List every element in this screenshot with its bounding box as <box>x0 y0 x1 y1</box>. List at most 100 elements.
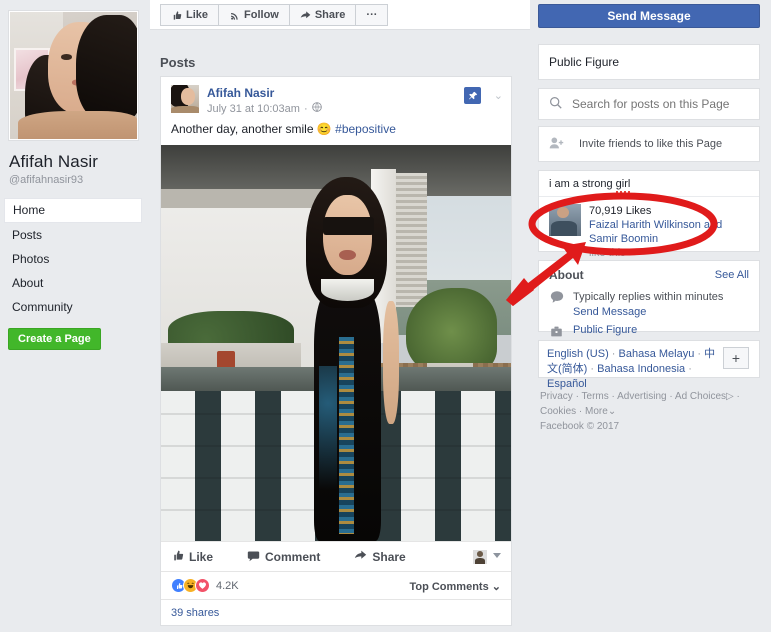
more-languages-button[interactable]: + <box>723 347 749 369</box>
photo-eye-left <box>60 53 73 60</box>
pinned-post-badge[interactable] <box>464 87 481 104</box>
thumbs-up-icon <box>171 549 184 565</box>
post-share-count[interactable]: 39 shares <box>161 599 511 625</box>
photo-roof-soffit <box>161 188 322 209</box>
page-title: Afifah Nasir <box>9 152 99 171</box>
about-messaging-text: Typically replies within minutes Send Me… <box>573 289 723 318</box>
lang-bahasa-indonesia[interactable]: Bahasa Indonesia <box>597 363 685 375</box>
likes-card-body: 70,919 Likes Faizal Harith Wilkinson and… <box>539 197 759 267</box>
top-comments-filter[interactable]: Top Comments ⌄ <box>409 580 501 593</box>
about-send-message-link[interactable]: Send Message <box>573 306 646 318</box>
page-action-bar: Like Follow Share ··· <box>150 0 530 30</box>
pin-icon <box>468 91 477 99</box>
photo-dress-pattern-side <box>319 366 338 490</box>
post-share-label: Share <box>372 549 406 564</box>
briefcase-icon <box>549 324 564 338</box>
create-page-button[interactable]: Create a Page <box>8 328 101 350</box>
footer-more[interactable]: More <box>585 406 608 417</box>
sidebar-item-community[interactable]: Community <box>4 295 142 319</box>
footer-copyright: Facebook © 2017 <box>540 421 620 432</box>
avatar-body <box>550 220 577 236</box>
love-reaction-icon <box>195 578 210 593</box>
post-card: Afifah Nasir July 31 at 10:03am · ⌄ Anot… <box>160 76 512 626</box>
add-friend-icon <box>549 135 565 154</box>
share-arrow-icon <box>300 10 311 21</box>
post-comment-button[interactable]: Comment <box>247 549 320 565</box>
invite-row: Invite friends to like this Page <box>539 127 759 161</box>
friends-who-like[interactable]: Faizal Harith Wilkinson and Samir Boomin <box>589 218 749 246</box>
post-author-name[interactable]: Afifah Nasir <box>207 86 274 100</box>
about-see-all-link[interactable]: See All <box>715 269 749 281</box>
right-sidebar: Send Message Public Figure Invite friend… <box>530 0 771 632</box>
sidebar-item-posts[interactable]: Posts <box>4 223 142 247</box>
search-input[interactable] <box>570 96 749 112</box>
sidebar-item-photos[interactable]: Photos <box>4 247 142 271</box>
post-options-chevron[interactable]: ⌄ <box>494 89 503 102</box>
post-text-body: Another day, another smile <box>171 122 317 136</box>
sunglasses-icon <box>322 216 374 235</box>
post-header: Afifah Nasir July 31 at 10:03am · ⌄ <box>161 77 511 119</box>
post-like-button[interactable]: Like <box>171 549 213 565</box>
photo-person <box>301 176 400 541</box>
thumbs-up-icon <box>171 10 182 21</box>
likes-text-block: 70,919 Likes Faizal Harith Wilkinson and… <box>589 204 749 260</box>
follow-page-button[interactable]: Follow <box>218 4 289 26</box>
lang-english[interactable]: English (US) <box>547 348 609 360</box>
invite-friends-card[interactable]: Invite friends to like this Page <box>538 126 760 162</box>
footer-privacy[interactable]: Privacy <box>540 391 573 402</box>
globe-icon <box>311 102 322 115</box>
search-row <box>539 89 759 119</box>
post-reactions-row: 4.2K Top Comments ⌄ <box>161 571 511 599</box>
about-messaging-row: Typically replies within minutes Send Me… <box>539 287 759 322</box>
language-card: English (US) · Bahasa Melayu · 中文(简体) · … <box>538 340 760 390</box>
post-timestamp[interactable]: July 31 at 10:03am <box>207 103 300 115</box>
page-nav: Home Posts Photos About Community <box>4 198 142 319</box>
footer-ad-choices[interactable]: Ad Choices <box>675 391 726 402</box>
about-category-link[interactable]: Public Figure <box>573 324 637 336</box>
post-hashtag[interactable]: #bepositive <box>335 122 396 136</box>
profile-photo-image <box>10 12 137 139</box>
footer-advertising[interactable]: Advertising <box>617 391 666 402</box>
likes-title-misspelled-word: girl <box>615 178 631 193</box>
send-message-button[interactable]: Send Message <box>538 4 760 28</box>
like-page-button[interactable]: Like <box>160 4 219 26</box>
profile-photo[interactable] <box>8 10 139 141</box>
post-photo[interactable] <box>161 145 511 541</box>
share-page-label: Share <box>314 9 346 21</box>
page-category: Public Figure <box>549 55 620 69</box>
post-share-button[interactable]: Share <box>354 549 406 565</box>
reaction-count[interactable]: 4.2K <box>216 580 239 592</box>
more-options-button[interactable]: ··· <box>355 4 389 26</box>
action-button-group: Like Follow Share ··· <box>160 4 389 26</box>
meta-separator: · <box>303 102 308 115</box>
sidebar-item-home[interactable]: Home <box>4 198 142 223</box>
share-audience-chevron-down-icon[interactable] <box>493 553 501 558</box>
post-comment-label: Comment <box>265 549 321 564</box>
post-text: Another day, another smile 😊 #bepositive <box>161 119 511 145</box>
post-like-label: Like <box>189 549 214 564</box>
avatar-body <box>474 557 486 564</box>
like-this-label: like this <box>589 247 626 259</box>
share-audience-avatar[interactable] <box>473 550 487 564</box>
footer-terms[interactable]: Terms <box>582 391 609 402</box>
share-page-button[interactable]: Share <box>288 4 356 26</box>
reply-time: Typically replies within minutes <box>573 291 724 303</box>
message-bubble-icon <box>549 289 564 304</box>
photo-shoulder <box>17 111 137 139</box>
sidebar-item-about[interactable]: About <box>4 271 142 295</box>
post-author-avatar[interactable] <box>171 85 199 113</box>
smile-emoji: 😊 <box>316 122 332 136</box>
photo-louvers <box>395 172 427 308</box>
lang-bahasa-melayu[interactable]: Bahasa Melayu <box>619 348 695 360</box>
chevron-down-icon: ⌄ <box>607 406 617 417</box>
liker-avatar[interactable] <box>549 204 581 236</box>
footer-cookies[interactable]: Cookies <box>540 406 576 417</box>
about-category-row: Public Figure <box>539 322 759 342</box>
category-card: Public Figure <box>538 44 760 80</box>
search-card <box>538 88 760 120</box>
reaction-icons[interactable] <box>171 578 210 593</box>
photo-palm-plant <box>406 287 497 375</box>
footer-links: Privacy · Terms · Advertising · Ad Choic… <box>540 391 740 432</box>
photo-arm <box>382 300 400 425</box>
about-title: About <box>549 268 584 282</box>
